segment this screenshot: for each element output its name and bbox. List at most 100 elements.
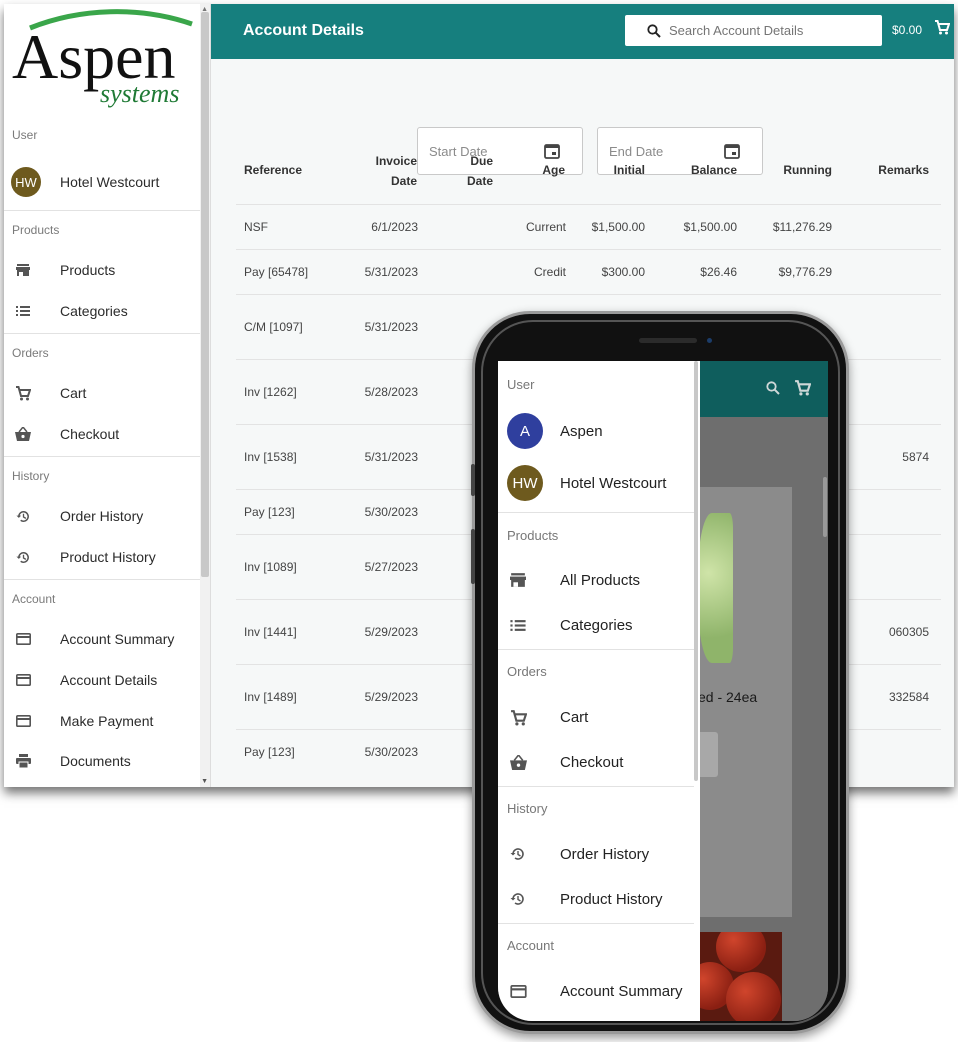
sidebar-header-products: Products xyxy=(12,223,60,237)
sidebar-item-product-history[interactable]: Product History xyxy=(4,539,200,575)
cell-ref: Inv [1441] xyxy=(244,625,297,639)
sidebar-item-label: Make Payment xyxy=(60,713,154,729)
drawer-item-order-history[interactable]: Order History xyxy=(498,834,694,874)
sidebar-item-account-details[interactable]: Account Details xyxy=(4,662,200,698)
cart-icon xyxy=(508,707,528,727)
header-due-date[interactable]: Due Date xyxy=(453,151,493,191)
divider xyxy=(498,786,694,787)
drawer-item-checkout[interactable]: Checkout xyxy=(498,742,694,782)
cart-icon xyxy=(14,384,32,402)
basket-icon xyxy=(14,425,32,443)
divider xyxy=(498,512,694,513)
cell-age: Current xyxy=(525,220,566,234)
mobile-nav-drawer: User A Aspen HW Hotel Westcourt Products… xyxy=(498,361,700,1021)
drawer-header-account: Account xyxy=(507,938,554,953)
cell-date: 5/31/2023 xyxy=(364,320,418,334)
search-icon xyxy=(647,23,661,38)
sidebar-scrollbar[interactable]: ▲ ▼ xyxy=(200,4,210,787)
sidebar-item-cart[interactable]: Cart xyxy=(4,375,200,411)
sidebar-header-user: User xyxy=(12,128,38,142)
drawer-item-label: Account Summary xyxy=(560,982,683,1000)
card-icon xyxy=(14,671,32,689)
drawer-item-user-aspen[interactable]: A Aspen xyxy=(498,411,694,451)
header-remarks[interactable]: Remarks xyxy=(861,160,929,180)
drawer-user-name: Aspen xyxy=(560,422,603,440)
sidebar: Aspen systems User HW Hotel Westcourt Pr… xyxy=(4,4,211,787)
card-icon xyxy=(508,981,528,1001)
cell-date: 5/28/2023 xyxy=(364,385,418,399)
phone-screen: ed - 24ea User A Aspen HW Hotel Westcour… xyxy=(498,361,828,1021)
sidebar-item-label: Products xyxy=(60,262,116,278)
search-input[interactable] xyxy=(669,23,859,38)
cell-running: $9,776.29 xyxy=(778,265,832,279)
drawer-header-products: Products xyxy=(507,528,559,543)
header-balance[interactable]: Balance xyxy=(669,160,737,180)
drawer-item-all-products[interactable]: All Products xyxy=(498,560,694,600)
drawer-item-label: All Products xyxy=(560,571,641,589)
scroll-down-icon[interactable]: ▼ xyxy=(201,778,208,785)
sidebar-item-make-payment[interactable]: Make Payment xyxy=(4,703,200,739)
aspen-logo[interactable]: Aspen systems xyxy=(10,6,200,114)
scrollbar-thumb[interactable] xyxy=(201,12,209,577)
header-invoice-line1: Invoice xyxy=(375,154,417,168)
sidebar-item-label: Account Summary xyxy=(60,631,175,647)
cell-date: 5/30/2023 xyxy=(364,745,418,759)
sidebar-item-documents[interactable]: Documents xyxy=(4,743,200,779)
cart-icon[interactable] xyxy=(794,379,811,396)
drawer-item-label: Product History xyxy=(560,890,663,908)
divider xyxy=(4,579,200,580)
basket-icon xyxy=(508,752,528,772)
sidebar-item-user[interactable]: HW Hotel Westcourt xyxy=(4,164,200,200)
header-invoice-line2: Date xyxy=(390,174,417,188)
table-header: Reference Invoice Date Due Date Age Init… xyxy=(211,147,954,197)
sidebar-item-account-summary[interactable]: Account Summary xyxy=(4,621,200,657)
drawer-item-product-history[interactable]: Product History xyxy=(498,879,694,919)
search-icon[interactable] xyxy=(766,381,780,395)
sidebar-item-categories[interactable]: Categories xyxy=(4,293,200,329)
phone-speaker xyxy=(639,338,697,343)
header-running[interactable]: Running xyxy=(756,160,832,180)
drawer-item-user-hotel[interactable]: HW Hotel Westcourt xyxy=(498,463,694,503)
mobile-scrollbar[interactable] xyxy=(823,477,827,537)
drawer-item-account-summary[interactable]: Account Summary xyxy=(498,971,694,1011)
list-icon xyxy=(14,302,32,320)
cell-remarks: 060305 xyxy=(888,625,929,639)
phone-camera xyxy=(707,338,712,343)
top-app-bar: Account Details $0.00 xyxy=(211,4,954,59)
cart-total[interactable]: $0.00 xyxy=(892,23,922,37)
header-invoice-date[interactable]: Invoice Date xyxy=(361,151,417,191)
drawer-scrollbar[interactable] xyxy=(694,361,698,781)
avatar: HW xyxy=(11,167,41,197)
phone-mockup: ed - 24ea User A Aspen HW Hotel Westcour… xyxy=(471,311,849,1034)
tomato-image xyxy=(696,932,782,1021)
sidebar-item-order-history[interactable]: Order History xyxy=(4,498,200,534)
drawer-header-history: History xyxy=(507,801,548,816)
logo-sub-text: systems xyxy=(100,79,179,108)
history-icon xyxy=(14,507,32,525)
table-row[interactable]: Pay [65478] 5/31/2023 Credit $300.00 $26.46 $… xyxy=(236,249,941,294)
cell-ref: Pay [123] xyxy=(244,745,295,759)
cell-remarks: 332584 xyxy=(888,690,929,704)
cell-ref: Inv [1089] xyxy=(244,560,297,574)
table-row[interactable]: NSF 6/1/2023 Current $1,500.00 $1,500.00 $11,… xyxy=(236,204,941,249)
history-icon xyxy=(508,844,528,864)
drawer-item-cart[interactable]: Cart xyxy=(498,697,694,737)
cell-ref: Inv [1262] xyxy=(244,385,297,399)
cell-date: 5/31/2023 xyxy=(364,265,418,279)
header-age[interactable]: Age xyxy=(507,160,565,180)
header-initial[interactable]: Initial xyxy=(579,160,645,180)
sidebar-item-checkout[interactable]: Checkout xyxy=(4,416,200,452)
printer-icon xyxy=(14,752,32,770)
sidebar-item-label: Documents xyxy=(60,753,131,769)
avatar: HW xyxy=(507,465,543,501)
avatar: A xyxy=(507,413,543,449)
product-name[interactable]: ed - 24ea xyxy=(698,689,757,705)
sidebar-item-label: Order History xyxy=(60,508,144,524)
store-icon xyxy=(508,570,528,590)
search-box[interactable] xyxy=(625,15,882,46)
header-reference[interactable]: Reference xyxy=(244,160,302,180)
drawer-item-categories[interactable]: Categories xyxy=(498,605,694,645)
cart-icon[interactable] xyxy=(934,19,951,40)
cell-remarks: 5874 xyxy=(902,450,929,464)
sidebar-item-products[interactable]: Products xyxy=(4,252,200,288)
